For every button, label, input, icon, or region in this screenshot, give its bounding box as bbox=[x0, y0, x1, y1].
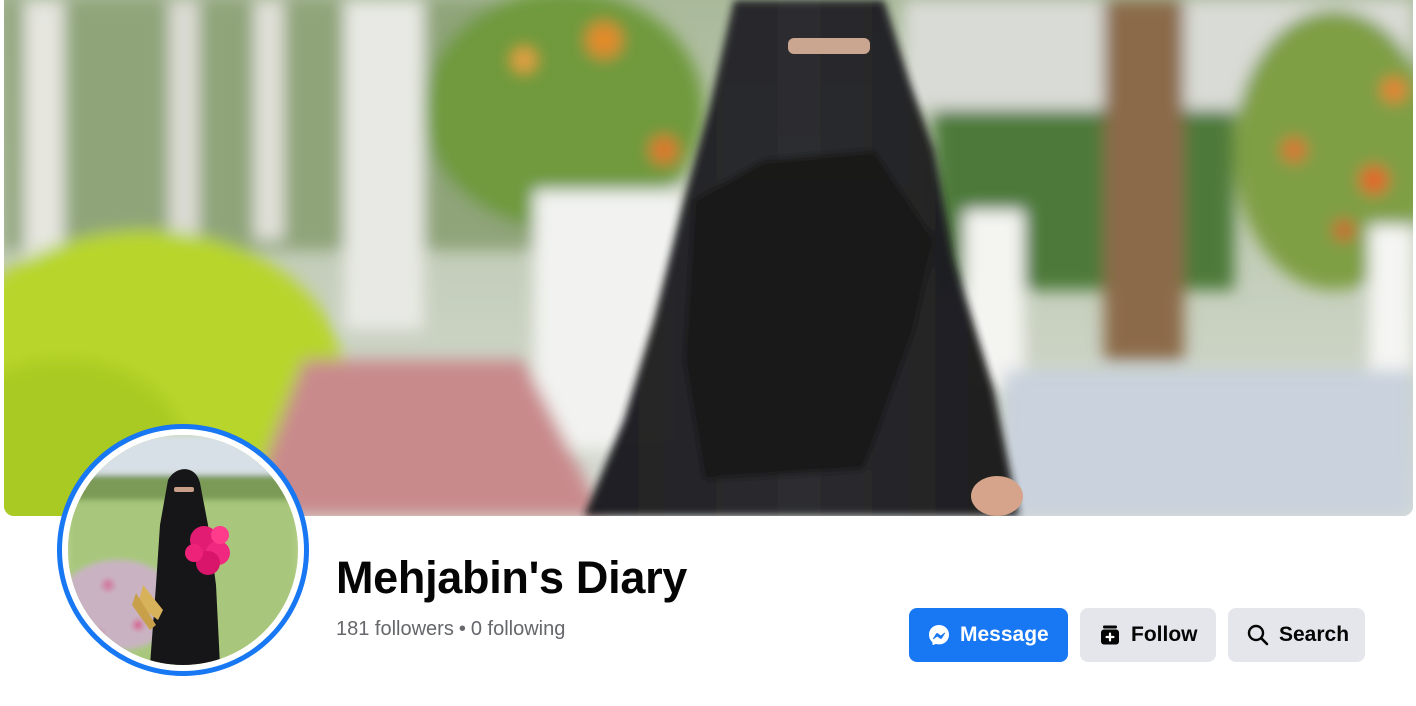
profile-stats: 181 followers • 0 following bbox=[336, 618, 565, 641]
avatar bbox=[68, 435, 298, 665]
avatar-image bbox=[68, 435, 298, 665]
profile-page: Mehjabin's Diary 181 followers • 0 followi… bbox=[0, 0, 1416, 706]
message-button-label: Message bbox=[960, 623, 1049, 646]
profile-picture[interactable] bbox=[57, 424, 309, 676]
follow-page-icon bbox=[1098, 623, 1122, 647]
face-detail bbox=[788, 38, 870, 54]
follow-button-label: Follow bbox=[1131, 623, 1198, 646]
follow-button[interactable]: Follow bbox=[1080, 608, 1216, 662]
search-icon bbox=[1246, 623, 1270, 647]
followers-link[interactable]: 181 followers bbox=[336, 618, 454, 640]
messenger-icon bbox=[927, 623, 951, 647]
message-button[interactable]: Message bbox=[909, 608, 1068, 662]
page-title: Mehjabin's Diary bbox=[336, 552, 688, 603]
search-button-label: Search bbox=[1279, 623, 1350, 646]
following-link[interactable]: 0 following bbox=[471, 618, 566, 640]
stats-separator: • bbox=[458, 618, 466, 640]
profile-actions: Message Follow Search bbox=[909, 608, 1365, 662]
search-button[interactable]: Search bbox=[1228, 608, 1365, 662]
